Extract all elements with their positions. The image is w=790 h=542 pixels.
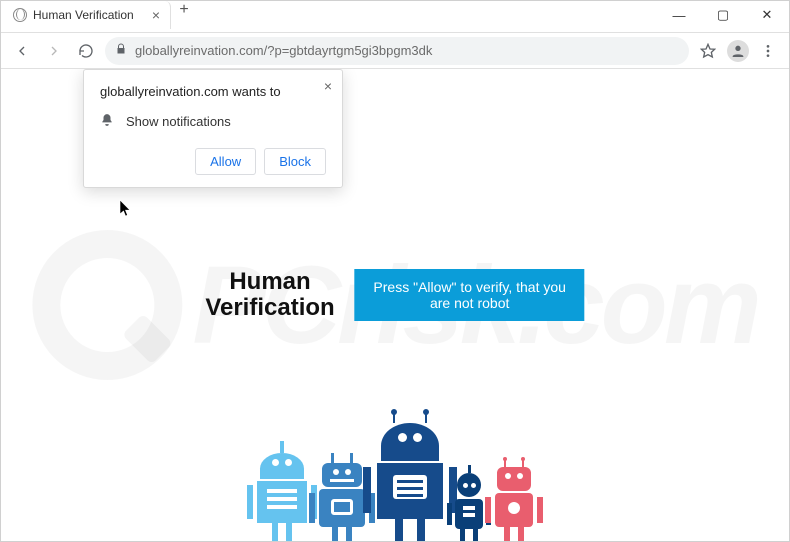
popup-row: Show notifications — [100, 113, 326, 130]
instruction-banner: Press "Allow" to verify, that you are no… — [355, 269, 585, 321]
maximize-button[interactable]: ▢ — [701, 1, 745, 29]
page-content: PCrisk.com × globallyreinvation.com want… — [1, 69, 789, 541]
forward-button[interactable] — [41, 38, 67, 64]
menu-button[interactable] — [755, 38, 781, 64]
titlebar: Human Verification × + — ▢ ✕ — [1, 1, 789, 33]
allow-button[interactable]: Allow — [195, 148, 256, 175]
lock-icon — [115, 43, 127, 58]
address-bar[interactable]: globallyreinvation.com/?p=gbtdayrtgm5gi3… — [105, 37, 689, 65]
close-button[interactable]: ✕ — [745, 1, 789, 29]
back-button[interactable] — [9, 38, 35, 64]
robot-2 — [319, 453, 365, 541]
robot-1 — [257, 441, 307, 541]
window-controls: — ▢ ✕ — [657, 1, 789, 29]
robots-illustration — [257, 409, 533, 541]
tab-close-icon[interactable]: × — [152, 7, 160, 23]
minimize-button[interactable]: — — [657, 1, 701, 29]
robot-5 — [495, 457, 533, 541]
cursor-icon — [119, 199, 133, 220]
profile-button[interactable] — [727, 40, 749, 62]
robot-3 — [377, 409, 443, 541]
reload-button[interactable] — [73, 38, 99, 64]
toolbar: globallyreinvation.com/?p=gbtdayrtgm5gi3… — [1, 33, 789, 69]
popup-title: globallyreinvation.com wants to — [100, 84, 326, 99]
robot-4 — [455, 465, 483, 541]
url-text: globallyreinvation.com/?p=gbtdayrtgm5gi3… — [135, 43, 432, 58]
browser-tab[interactable]: Human Verification × — [1, 1, 171, 29]
bell-icon — [100, 113, 114, 130]
block-button[interactable]: Block — [264, 148, 326, 175]
popup-row-label: Show notifications — [126, 114, 231, 129]
hero: HumanVerification Press "Allow" to verif… — [205, 269, 584, 322]
page-title: HumanVerification — [205, 269, 334, 322]
globe-icon — [13, 8, 27, 22]
notification-permission-popup: × globallyreinvation.com wants to Show n… — [83, 69, 343, 188]
popup-close-icon[interactable]: × — [324, 78, 332, 94]
new-tab-button[interactable]: + — [171, 1, 197, 19]
star-icon[interactable] — [695, 38, 721, 64]
browser-window: Human Verification × + — ▢ ✕ globallyrei… — [0, 0, 790, 542]
tab-title: Human Verification — [33, 8, 134, 22]
